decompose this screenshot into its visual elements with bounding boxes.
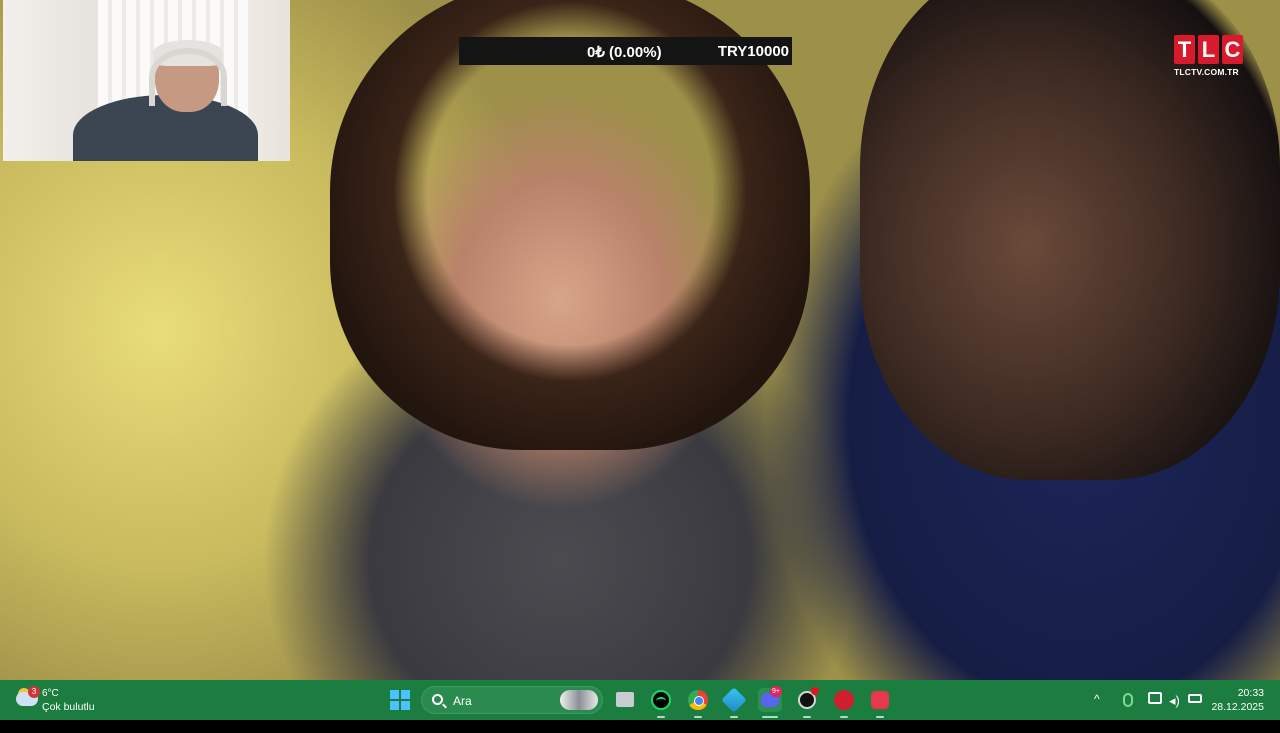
- weather-temperature: 6°C: [42, 688, 59, 699]
- pocket-icon: [871, 691, 889, 709]
- search-placeholder: Ara: [453, 694, 472, 708]
- weather-badge: 3: [28, 686, 40, 698]
- running-indicator: [876, 716, 884, 718]
- volume-icon[interactable]: ◂): [1169, 693, 1180, 733]
- search-highlight-image: [560, 690, 598, 710]
- discord-app-button[interactable]: 9+: [758, 686, 782, 718]
- steam-app-button[interactable]: [795, 687, 819, 718]
- ticker-change: 0₺ (0.00%): [587, 44, 662, 61]
- running-indicator: [694, 716, 702, 718]
- start-tile: [390, 701, 399, 710]
- ticker-price: TRY10000: [717, 43, 789, 60]
- running-indicator: [840, 716, 848, 718]
- running-indicator: [657, 716, 665, 718]
- webcam-overlay: [3, 0, 290, 161]
- pocket-app-button[interactable]: [868, 688, 892, 718]
- red-app-icon: [834, 690, 854, 710]
- windows-start-icon[interactable]: [390, 690, 410, 710]
- chrome-app-button[interactable]: [686, 688, 710, 718]
- headset-icon: [149, 48, 227, 106]
- running-indicator: [803, 716, 811, 718]
- microphone-icon[interactable]: [1123, 693, 1133, 707]
- start-tile: [390, 690, 399, 699]
- battery-icon[interactable]: [1188, 694, 1202, 703]
- files-app-button[interactable]: [613, 688, 637, 712]
- taskbar: 3 6°C Çok bulutlu Ara 9+ ^ ◂) 20:33 28.1…: [0, 680, 1280, 720]
- search-icon: [432, 694, 443, 705]
- clock[interactable]: 20:33 28.12.2025: [1211, 686, 1264, 714]
- chevron-up-icon[interactable]: ^: [1094, 692, 1100, 732]
- video-player[interactable]: 0₺ (0.00%) TRY10000 T L C TLCTV.COM.TR: [0, 0, 1280, 680]
- active-indicator: [762, 716, 778, 718]
- logo-letter: L: [1198, 35, 1219, 64]
- video-frame-woman: [330, 0, 810, 450]
- search-box[interactable]: Ara: [421, 686, 603, 714]
- start-tile: [401, 690, 410, 699]
- weather-condition: Çok bulutlu: [42, 701, 95, 713]
- channel-logo: T L C TLCTV.COM.TR: [1174, 35, 1244, 77]
- game-app-button[interactable]: [832, 688, 856, 718]
- folder-icon: [616, 692, 634, 707]
- logo-letter: T: [1174, 35, 1195, 64]
- vpn-app-button[interactable]: [721, 687, 747, 718]
- network-icon[interactable]: [1148, 692, 1162, 704]
- channel-logo-letters: T L C: [1174, 35, 1244, 64]
- running-indicator: [730, 716, 738, 718]
- start-tile: [401, 701, 410, 710]
- logo-letter: C: [1222, 35, 1243, 64]
- notification-dot: [811, 687, 819, 695]
- diamond-icon: [721, 687, 747, 713]
- weather-widget[interactable]: 3 6°C Çok bulutlu: [14, 686, 114, 714]
- clock-date: 28.12.2025: [1211, 701, 1264, 713]
- channel-domain: TLCTV.COM.TR: [1174, 67, 1239, 77]
- donation-ticker: 0₺ (0.00%) TRY10000: [459, 37, 792, 65]
- spotify-app-button[interactable]: [649, 688, 673, 718]
- spotify-icon: [651, 690, 671, 710]
- chrome-icon: [688, 690, 708, 710]
- discord-badge: 9+: [770, 686, 782, 697]
- clock-time: 20:33: [1237, 687, 1264, 699]
